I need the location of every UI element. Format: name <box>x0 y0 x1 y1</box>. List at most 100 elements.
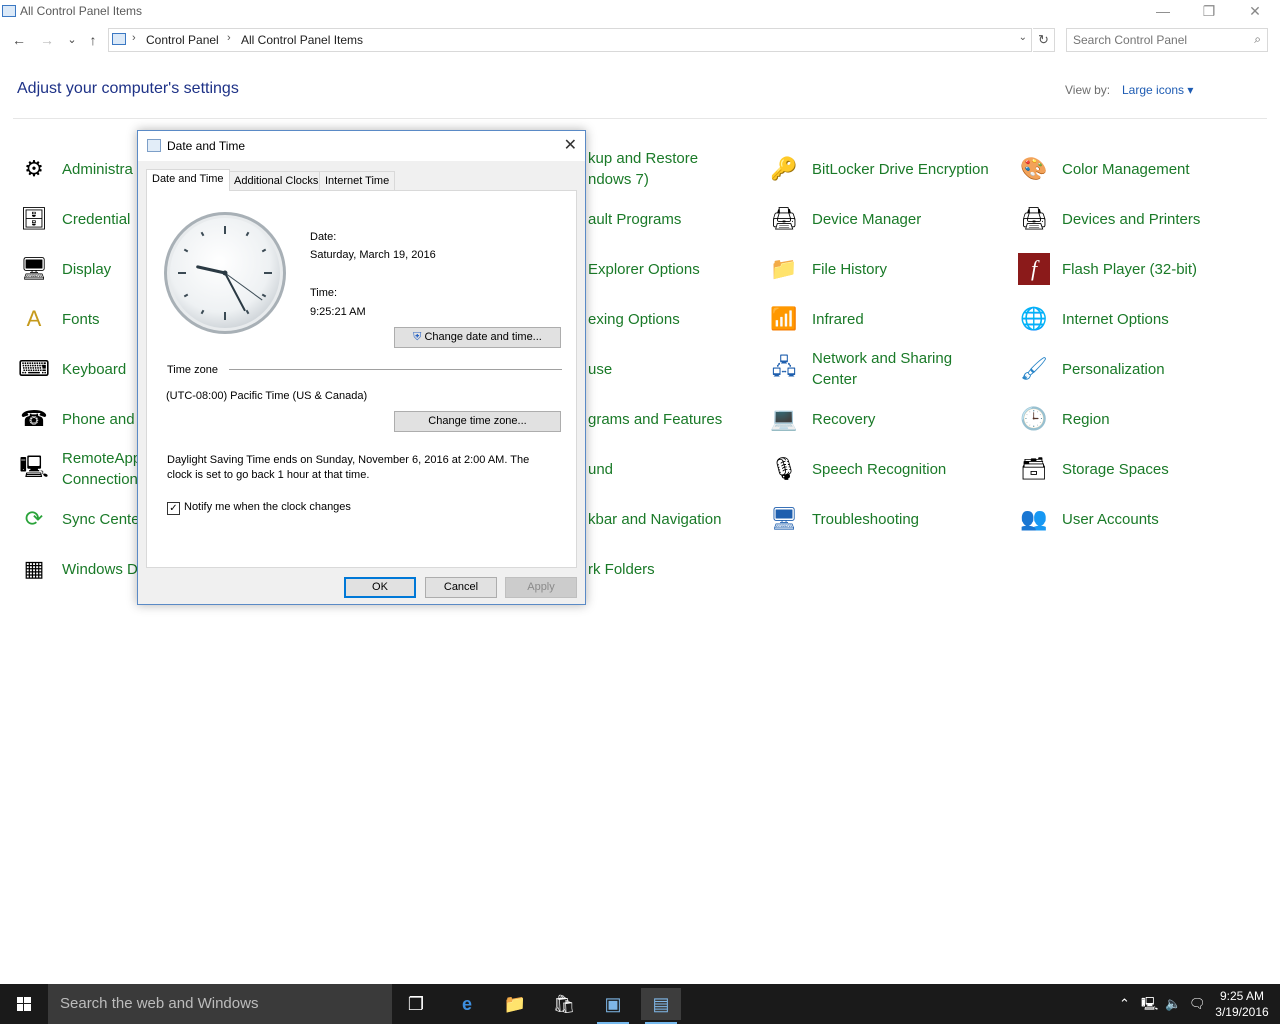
dialog-title: Date and Time <box>167 139 246 153</box>
cp-item-fonts[interactable]: A Fonts <box>18 296 100 342</box>
cp-item-bitlocker[interactable]: 🔑 BitLocker Drive Encryption <box>768 146 988 192</box>
firewall-icon: ▦ <box>23 556 45 581</box>
cp-item-administrative-tools[interactable]: ⚙ Administra <box>18 146 133 192</box>
time-zone-value: (UTC-08:00) Pacific Time (US & Canada) <box>166 390 368 402</box>
taskbar-search[interactable]: Search the web and Windows <box>48 984 392 1024</box>
users-icon: 👥 <box>1020 506 1048 531</box>
close-window-button[interactable]: ✕ <box>1232 0 1278 24</box>
cp-item-region[interactable]: 🕒 Region <box>1018 396 1109 442</box>
cp-item-display[interactable]: 🖥 Display <box>18 246 111 292</box>
color-management-icon: 🎨 <box>1020 156 1048 181</box>
flash-icon: f <box>1018 253 1050 285</box>
time-zone-label: Time zone <box>167 364 218 376</box>
cp-item-user-accounts[interactable]: 👥 User Accounts <box>1018 496 1158 542</box>
start-button[interactable] <box>0 984 48 1024</box>
cp-item-windows-defender[interactable]: ▦ Windows D <box>18 546 138 592</box>
chevron-up-icon[interactable]: ⌃ <box>1119 984 1130 1024</box>
forward-button[interactable]: → <box>37 30 57 50</box>
tab-date-and-time[interactable]: Date and Time <box>146 169 230 191</box>
time-zone-divider <box>229 369 562 370</box>
windows-logo-icon <box>17 997 31 1011</box>
cp-item-flash-player[interactable]: f Flash Player (32-bit) <box>1018 246 1197 292</box>
recovery-icon: 💻 <box>770 406 798 431</box>
admin-tools-icon: ⚙ <box>24 156 44 181</box>
dst-info-line-2: clock is set to go back 1 hour at that t… <box>167 469 370 481</box>
breadcrumb-control-panel[interactable]: Control Panel <box>146 33 219 47</box>
breadcrumb-separator: › <box>132 32 136 44</box>
chevron-down-icon[interactable]: ⌄ <box>1019 32 1027 43</box>
window-titlebar: All Control Panel Items — ❐ ✕ <box>0 0 1280 24</box>
page-title: Adjust your computer's settings <box>17 80 239 97</box>
edge-icon[interactable]: e <box>447 988 487 1020</box>
control-panel-icon <box>2 5 16 17</box>
view-by-dropdown[interactable]: Large icons ▾ <box>1122 83 1193 97</box>
date-time-taskbar-icon[interactable]: ▤ <box>641 988 681 1024</box>
task-view-icon[interactable]: ❐ <box>396 988 436 1020</box>
address-row: ← → ⌄ ↑ › Control Panel › All Control Pa… <box>0 26 1280 54</box>
recent-locations-button[interactable]: ⌄ <box>62 30 82 50</box>
view-by-label: View by: <box>1065 83 1111 97</box>
search-input[interactable] <box>1073 33 1243 47</box>
search-box[interactable]: ⌕ <box>1066 28 1268 52</box>
taskbar-date: 3/19/2016 <box>1215 1005 1269 1019</box>
cp-item-keyboard[interactable]: ⌨ Keyboard <box>18 346 126 392</box>
breadcrumb-separator: › <box>227 32 231 44</box>
cp-item-network-and-sharing[interactable]: 🖧 Network and Sharing Center <box>768 346 952 392</box>
tab-internet-time[interactable]: Internet Time <box>319 171 396 190</box>
divider <box>13 118 1267 119</box>
cp-item-personalization[interactable]: 🖌 Personalization <box>1018 346 1165 392</box>
cp-item-recovery[interactable]: 💻 Recovery <box>768 396 875 442</box>
notifications-icon[interactable]: 🗨 <box>1189 984 1206 1024</box>
cp-item-devices-and-printers[interactable]: 🖨 Devices and Printers <box>1018 196 1200 242</box>
taskbar-time: 9:25 AM <box>1219 989 1265 1003</box>
file-explorer-icon[interactable]: 📁 <box>495 988 535 1020</box>
store-icon[interactable]: 🛍 <box>544 988 584 1020</box>
cp-item-remoteapp[interactable]: 🖳 RemoteApp Connection <box>18 446 141 492</box>
refresh-button[interactable]: ↻ <box>1033 28 1055 52</box>
globe-icon: 🌐 <box>1020 306 1048 331</box>
search-icon[interactable]: ⌕ <box>1254 32 1261 47</box>
phone-icon: ☎ <box>20 406 48 431</box>
breadcrumb-all-items[interactable]: All Control Panel Items <box>241 33 363 47</box>
volume-icon[interactable]: 🔈 <box>1165 984 1181 1024</box>
cp-item-troubleshooting[interactable]: 🖥 Troubleshooting <box>768 496 919 542</box>
restore-button[interactable]: ❐ <box>1186 0 1232 24</box>
dialog-close-button[interactable]: ✕ <box>564 135 577 155</box>
monitor-icon: 🖥 <box>20 256 48 281</box>
date-time-icon <box>147 139 161 152</box>
change-date-time-button[interactable]: ⛨ Change date and time... <box>394 327 561 348</box>
dialog-titlebar[interactable]: Date and Time ✕ <box>138 131 585 161</box>
cp-item-color-management[interactable]: 🎨 Color Management <box>1018 146 1189 192</box>
change-time-zone-button[interactable]: Change time zone... <box>394 411 561 432</box>
cp-item-sync-center[interactable]: ⟳ Sync Cente <box>18 496 140 542</box>
date-value: Saturday, March 19, 2016 <box>310 249 436 261</box>
control-panel-taskbar-icon[interactable]: ▣ <box>593 988 633 1024</box>
cp-item-storage-spaces[interactable]: 🗃 Storage Spaces <box>1018 446 1169 492</box>
tab-additional-clocks[interactable]: Additional Clocks <box>228 171 325 190</box>
cp-item-infrared[interactable]: 📶 Infrared <box>768 296 863 342</box>
ok-button[interactable]: OK <box>344 577 416 598</box>
network-tray-icon[interactable]: 🖳 <box>1141 984 1158 1024</box>
cp-item-credential-manager[interactable]: 🗄 Credential <box>18 196 130 242</box>
cancel-button[interactable]: Cancel <box>425 577 497 598</box>
folder-icon: 📁 <box>770 256 798 281</box>
cp-item-device-manager[interactable]: 🖨 Device Manager <box>768 196 921 242</box>
credential-icon: 🗄 <box>20 206 48 231</box>
taskbar-search-placeholder: Search the web and Windows <box>60 995 259 1012</box>
address-bar[interactable]: › Control Panel › All Control Panel Item… <box>108 28 1032 52</box>
apply-button[interactable]: Apply <box>505 577 577 598</box>
fonts-icon: A <box>26 306 42 331</box>
cp-item-phone-and-modem[interactable]: ☎ Phone and <box>18 396 134 442</box>
notify-checkbox[interactable]: ✓ <box>167 502 180 515</box>
back-button[interactable]: ← <box>9 30 29 50</box>
infrared-icon: 📶 <box>770 306 798 331</box>
cp-item-speech-recognition[interactable]: 🎙 Speech Recognition <box>768 446 946 492</box>
up-button[interactable]: ↑ <box>83 30 103 50</box>
taskbar-clock[interactable]: 9:25 AM 3/19/2016 <box>1206 988 1278 1020</box>
cp-item-file-history[interactable]: 📁 File History <box>768 246 887 292</box>
minimize-button[interactable]: — <box>1140 0 1186 24</box>
device-manager-icon: 🖨 <box>770 206 798 231</box>
date-time-dialog: Date and Time ✕ Date and Time Additional… <box>137 130 586 605</box>
taskbar: Search the web and Windows ❐ e 📁 🛍 ▣ ▤ ⌃… <box>0 984 1280 1024</box>
cp-item-internet-options[interactable]: 🌐 Internet Options <box>1018 296 1168 342</box>
